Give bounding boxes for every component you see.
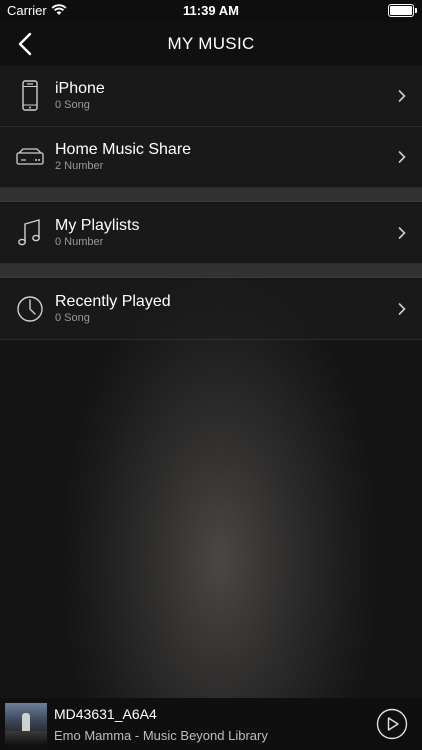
phone-icon: [22, 80, 38, 111]
navigation-bar: MY MUSIC: [0, 22, 422, 66]
section-divider: [0, 264, 422, 278]
list-item-subtitle: 0 Song: [55, 312, 90, 324]
list-item-my-playlists[interactable]: My Playlists 0 Number: [0, 203, 422, 264]
list-item-iphone[interactable]: iPhone 0 Song: [0, 66, 422, 127]
list-item-home-music-share[interactable]: Home Music Share 2 Number: [0, 127, 422, 188]
list-item-title: Home Music Share: [55, 141, 192, 158]
section-divider: [0, 188, 422, 202]
list-item-title: iPhone: [55, 80, 105, 97]
music-note-icon: [18, 219, 40, 246]
chevron-right-icon: [398, 303, 406, 315]
clock-icon: [17, 296, 43, 322]
chevron-right-icon: [398, 151, 406, 163]
track-artist-album: Emo Mamma - Music Beyond Library: [54, 728, 268, 743]
battery-icon: [388, 4, 417, 17]
play-button[interactable]: [376, 708, 408, 740]
chevron-right-icon: [398, 90, 406, 102]
page-title: MY MUSIC: [167, 34, 255, 53]
status-time: 11:39 AM: [183, 3, 239, 18]
status-bar: Carrier 11:39 AM: [0, 0, 422, 22]
now-playing-bar[interactable]: MD43631_A6A4 Emo Mamma - Music Beyond Li…: [0, 698, 422, 750]
list-item-title: Recently Played: [55, 293, 171, 310]
network-drive-icon: [16, 148, 44, 165]
list-item-recently-played[interactable]: Recently Played 0 Song: [0, 279, 422, 340]
list-item-title: My Playlists: [55, 217, 140, 234]
list-item-subtitle: 0 Number: [55, 236, 104, 248]
list-item-subtitle: 0 Song: [55, 99, 90, 111]
chevron-right-icon: [398, 227, 406, 239]
track-title: MD43631_A6A4: [54, 706, 157, 722]
album-art: [5, 703, 47, 745]
list-item-subtitle: 2 Number: [55, 160, 104, 172]
